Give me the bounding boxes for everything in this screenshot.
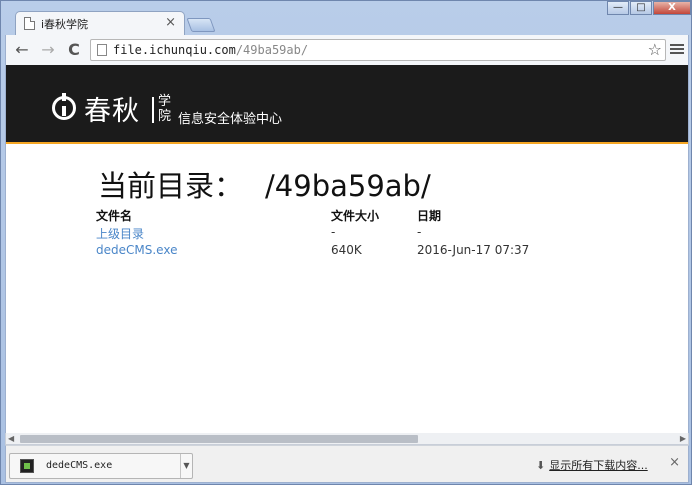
page-icon: [97, 44, 107, 56]
logo-separator: [152, 97, 154, 123]
scroll-left-icon[interactable]: ◀: [8, 434, 14, 443]
page-icon: [24, 17, 35, 30]
logo-subtitle: 信息安全体验中心: [178, 112, 283, 127]
parent-dir-link[interactable]: 上级目录: [96, 225, 144, 242]
logo-name: 春秋: [84, 96, 140, 127]
window-close-button[interactable]: X: [653, 1, 691, 15]
page-title: 当前目录： /49ba59ab/: [98, 163, 431, 205]
tab-strip: i春秋学院 × — □ X: [1, 1, 691, 35]
menu-icon[interactable]: [670, 42, 684, 56]
browser-window: i春秋学院 × — □ X ← → C file.ichunqiu.com/49…: [0, 0, 692, 485]
forward-button[interactable]: →: [38, 40, 58, 60]
file-date: 2016-Jun-17 07:37: [417, 243, 530, 257]
chevron-down-icon[interactable]: ▼: [180, 454, 192, 478]
dir-title-label: 当前目录：: [98, 169, 244, 203]
download-arrow-icon: ⬇: [536, 459, 546, 472]
header-name: 文件名: [96, 209, 133, 223]
bookmark-star-icon[interactable]: ☆: [648, 40, 662, 59]
download-file-name: dedeCMS.exe: [46, 460, 113, 471]
file-size: 640K: [331, 243, 362, 257]
browser-tab[interactable]: i春秋学院 ×: [15, 11, 185, 35]
url-host: file.ichunqiu.com: [113, 43, 236, 57]
ichunqiu-logo-icon: [52, 93, 76, 120]
page-content: 春秋 学院 信息安全体验中心 当前目录：/49ba59ab/ 文件名 文件大小 …: [5, 65, 689, 433]
scroll-right-icon[interactable]: ▶: [680, 434, 686, 443]
show-all-label: 显示所有下载内容...: [549, 459, 648, 472]
download-item[interactable]: dedeCMS.exe ▼: [9, 453, 193, 479]
header-date: 日期: [417, 209, 442, 223]
file-date: -: [417, 225, 422, 239]
dir-title-path: /49ba59ab/: [265, 169, 431, 203]
scrollbar-thumb[interactable]: [20, 435, 418, 443]
tab-close-icon[interactable]: ×: [165, 15, 176, 30]
url-text[interactable]: file.ichunqiu.com/49ba59ab/: [113, 43, 308, 57]
show-all-downloads-link[interactable]: ⬇ 显示所有下载内容...: [536, 457, 648, 473]
download-shelf: dedeCMS.exe ▼ ⬇ 显示所有下载内容... ×: [5, 445, 689, 483]
tab-title: i春秋学院: [41, 18, 89, 31]
exe-file-icon: [20, 459, 34, 473]
url-path: /49ba59ab/: [235, 43, 309, 57]
new-tab-button[interactable]: [186, 18, 216, 32]
file-link-dedecms[interactable]: dedeCMS.exe: [96, 243, 177, 257]
site-banner: 春秋 学院 信息安全体验中心: [6, 65, 688, 144]
file-size: -: [331, 225, 336, 239]
browser-toolbar: ← → C file.ichunqiu.com/49ba59ab/ ☆: [5, 35, 689, 65]
reload-button[interactable]: C: [64, 40, 84, 60]
logo-xue: 学院: [158, 94, 172, 124]
horizontal-scrollbar[interactable]: ◀ ▶: [5, 433, 689, 445]
address-bar[interactable]: file.ichunqiu.com/49ba59ab/ ☆: [90, 39, 666, 61]
back-button[interactable]: ←: [12, 40, 32, 60]
header-size: 文件大小: [331, 209, 380, 223]
minimize-button[interactable]: —: [607, 1, 629, 15]
maximize-button[interactable]: □: [630, 1, 652, 15]
close-icon[interactable]: ×: [669, 455, 680, 470]
